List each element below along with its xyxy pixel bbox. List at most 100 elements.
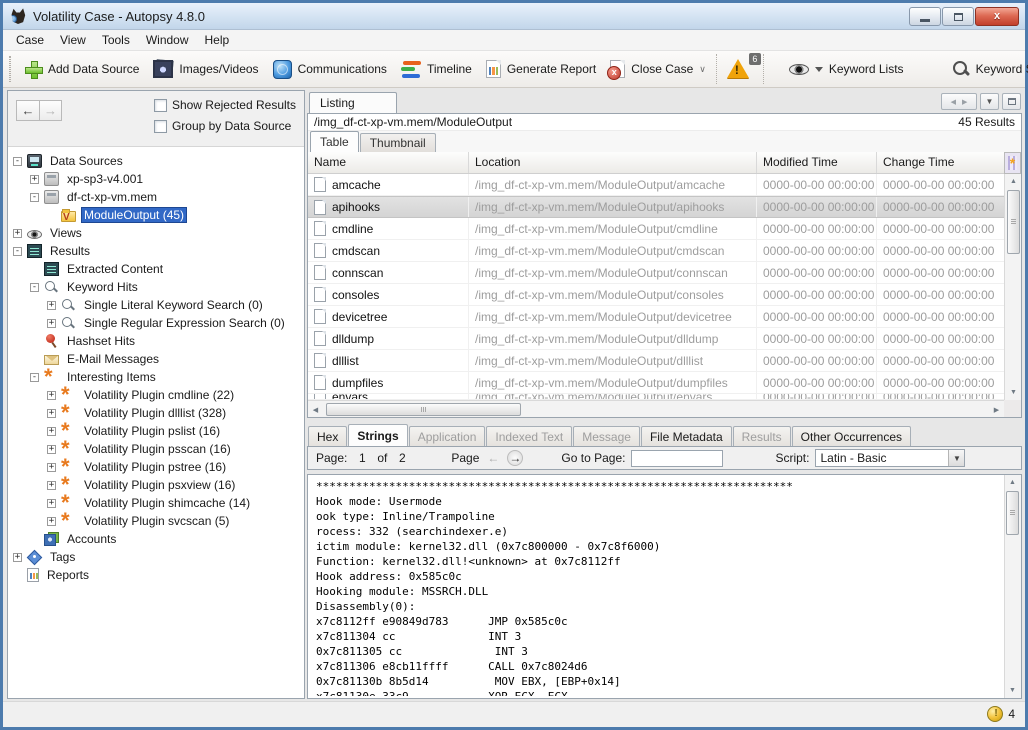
tab-listing[interactable]: Listing (309, 92, 397, 113)
checkbox-icon[interactable] (154, 120, 167, 133)
table-row[interactable]: consoles/img_df-ct-xp-vm.mem/ModuleOutpu… (308, 284, 1004, 306)
checkbox-icon[interactable] (154, 99, 167, 112)
menu-item-case[interactable]: Case (8, 31, 52, 49)
tree-item-label[interactable]: Volatility Plugin psscan (16) (81, 441, 234, 457)
previous-page-button[interactable]: ← (485, 450, 501, 466)
menu-item-tools[interactable]: Tools (94, 31, 138, 49)
tree-item[interactable]: + Volatility Plugin svcscan (5) (8, 512, 304, 530)
timeline-button[interactable]: Timeline (394, 58, 479, 81)
back-button[interactable]: ← (16, 100, 39, 121)
expand-icon[interactable]: + (47, 517, 56, 526)
tree-item[interactable]: +Views (8, 224, 304, 242)
next-page-button[interactable]: → (507, 450, 523, 466)
expand-icon[interactable]: + (30, 175, 39, 184)
table-row[interactable]: devicetree/img_df-ct-xp-vm.mem/ModuleOut… (308, 306, 1004, 328)
expand-icon[interactable]: + (47, 499, 56, 508)
viewer-tab-hex[interactable]: Hex (308, 426, 347, 446)
scroll-down-icon[interactable]: ▼ (1005, 683, 1020, 698)
collapse-icon[interactable]: - (13, 157, 22, 166)
keyword-lists-button[interactable]: Keyword Lists (782, 59, 911, 79)
tree-item[interactable]: - Data Sources (8, 152, 304, 170)
collapse-icon[interactable]: - (30, 193, 39, 202)
tree-item-label[interactable]: Single Regular Expression Search (0) (81, 315, 288, 331)
tree-item-label[interactable]: Keyword Hits (64, 279, 141, 295)
expand-icon[interactable]: + (13, 229, 22, 238)
tree-item[interactable]: - Keyword Hits (8, 278, 304, 296)
expand-icon[interactable]: + (47, 481, 56, 490)
table-row[interactable]: amcache/img_df-ct-xp-vm.mem/ModuleOutput… (308, 174, 1004, 196)
tree-item-label[interactable]: Volatility Plugin cmdline (22) (81, 387, 237, 403)
add-data-source-button[interactable]: Add Data Source (17, 57, 146, 81)
expand-icon[interactable]: + (47, 319, 56, 328)
tree-item-label[interactable]: Accounts (64, 531, 119, 547)
viewer-tab-other-occurrences[interactable]: Other Occurrences (792, 426, 911, 446)
tree-item[interactable]: ModuleOutput (45) (8, 206, 304, 224)
table-row[interactable]: apihooks/img_df-ct-xp-vm.mem/ModuleOutpu… (308, 196, 1004, 218)
tree-item-label[interactable]: Tags (47, 549, 78, 565)
scroll-up-icon[interactable]: ▲ (1005, 475, 1020, 490)
expand-icon[interactable]: + (47, 445, 56, 454)
tree-item[interactable]: +Volatility Plugin psxview (16) (8, 476, 304, 494)
toolbar-grip[interactable] (9, 56, 11, 82)
table-settings-button[interactable] (1004, 152, 1021, 174)
scroll-right-icon[interactable]: ▶ (989, 402, 1004, 417)
expand-icon[interactable]: + (47, 427, 56, 436)
column-header-name[interactable]: Name (308, 152, 469, 173)
table-row[interactable]: dlldump/img_df-ct-xp-vm.mem/ModuleOutput… (308, 328, 1004, 350)
tree-item[interactable]: +Volatility Plugin shimcache (14) (8, 494, 304, 512)
generate-report-button[interactable]: Generate Report (479, 57, 603, 81)
expand-icon[interactable]: + (13, 553, 22, 562)
tree-item-label[interactable]: Volatility Plugin pslist (16) (81, 423, 223, 439)
tree-item[interactable]: Reports (8, 566, 304, 584)
tree-item-label[interactable]: Hashset Hits (64, 333, 138, 349)
tree-item[interactable]: + Single Literal Keyword Search (0) (8, 296, 304, 314)
minimize-button[interactable] (909, 7, 941, 26)
group-by-datasource-checkbox[interactable]: Group by Data Source (154, 119, 296, 133)
table-row[interactable]: cmdscan/img_df-ct-xp-vm.mem/ModuleOutput… (308, 240, 1004, 262)
table-row[interactable]: cmdline/img_df-ct-xp-vm.mem/ModuleOutput… (308, 218, 1004, 240)
tree-item[interactable]: -Interesting Items (8, 368, 304, 386)
tree-item-label[interactable]: Volatility Plugin pstree (16) (81, 459, 229, 475)
tree-item-label[interactable]: Volatility Plugin svcscan (5) (81, 513, 232, 529)
tree-item[interactable]: + Volatility Plugin pslist (16) (8, 422, 304, 440)
expand-icon[interactable]: + (47, 463, 56, 472)
table-vertical-scrollbar[interactable]: ▲ ▼ (1004, 174, 1021, 400)
tree-item[interactable]: + Volatility Plugin pstree (16) (8, 458, 304, 476)
close-case-button[interactable]: Close Case ∨ (603, 57, 712, 81)
collapse-icon[interactable]: - (30, 283, 39, 292)
tree-item[interactable]: + Volatility Plugin psscan (16) (8, 440, 304, 458)
dropdown-button[interactable]: ▼ (948, 450, 964, 466)
script-select[interactable]: Latin - Basic ▼ (815, 449, 965, 467)
tree-item[interactable]: Hashset Hits (8, 332, 304, 350)
tree-item[interactable]: Extracted Content (8, 260, 304, 278)
tree-item[interactable]: Accounts (8, 530, 304, 548)
tree-item-label[interactable]: ModuleOutput (45) (81, 207, 187, 223)
table-row[interactable]: connscan/img_df-ct-xp-vm.mem/ModuleOutpu… (308, 262, 1004, 284)
tree-item-label[interactable]: Interesting Items (64, 369, 159, 385)
ingest-warning-button[interactable]: 6 (721, 57, 759, 81)
images-videos-button[interactable]: Images/Videos (146, 57, 265, 81)
tree-item-label[interactable]: Single Literal Keyword Search (0) (81, 297, 266, 313)
tab-scroll-buttons[interactable]: ◀▶ (941, 93, 977, 110)
menu-item-help[interactable]: Help (197, 31, 238, 49)
viewer-tab-strings[interactable]: Strings (348, 424, 407, 446)
strings-vertical-scrollbar[interactable]: ▲ ▼ (1004, 475, 1021, 698)
table-row[interactable]: dlllist/img_df-ct-xp-vm.mem/ModuleOutput… (308, 350, 1004, 372)
column-header-location[interactable]: Location (469, 152, 757, 173)
expand-icon[interactable]: + (47, 409, 56, 418)
table-horizontal-scrollbar[interactable]: ◀ ▶ (308, 400, 1004, 417)
tree-item[interactable]: -Results (8, 242, 304, 260)
tree-item[interactable]: + Single Regular Expression Search (0) (8, 314, 304, 332)
menu-item-window[interactable]: Window (138, 31, 197, 49)
tree-item[interactable]: +Volatility Plugin dlllist (328) (8, 404, 304, 422)
view-tab-table[interactable]: Table (310, 131, 359, 152)
tree-item[interactable]: -df-ct-xp-vm.mem (8, 188, 304, 206)
scroll-down-icon[interactable]: ▼ (1006, 385, 1021, 400)
menu-item-view[interactable]: View (52, 31, 94, 49)
show-rejected-checkbox[interactable]: Show Rejected Results (154, 98, 296, 112)
table-row[interactable]: dumpfiles/img_df-ct-xp-vm.mem/ModuleOutp… (308, 372, 1004, 394)
expand-icon[interactable]: + (47, 301, 56, 310)
goto-page-input[interactable] (631, 450, 723, 467)
maximize-panel-button[interactable] (1002, 93, 1021, 110)
tree-item-label[interactable]: Data Sources (47, 153, 126, 169)
